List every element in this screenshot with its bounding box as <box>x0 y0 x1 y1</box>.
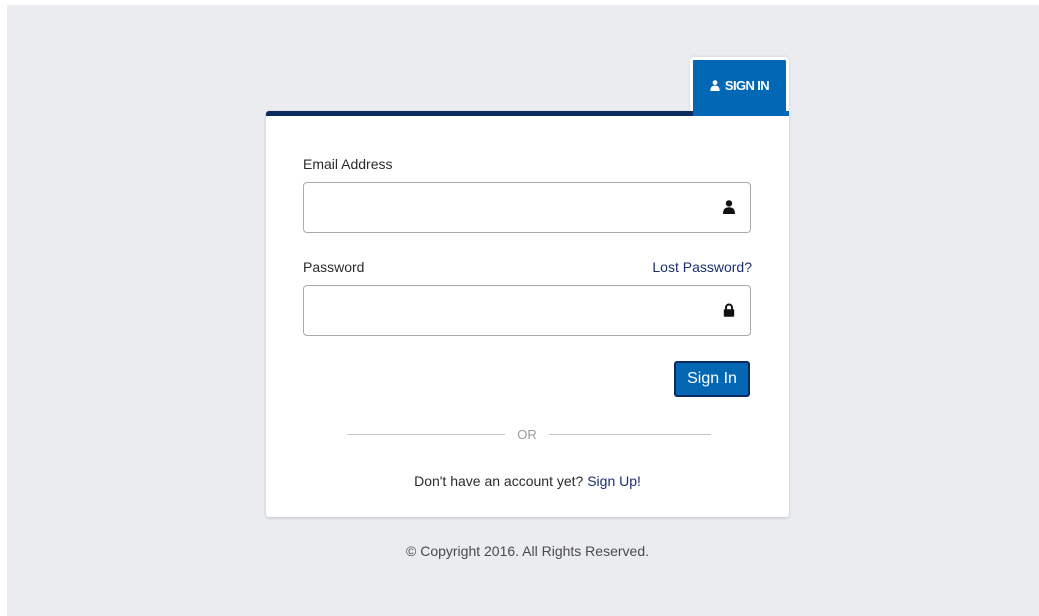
password-field-wrapper <box>303 285 751 336</box>
divider-line-left <box>347 434 505 435</box>
divider-line-right <box>549 434 711 435</box>
or-divider: OR <box>517 427 537 442</box>
email-field-wrapper <box>303 182 751 233</box>
sign-up-link[interactable]: Sign Up! <box>587 473 641 489</box>
login-card: Email Address Password Lost Password? Si… <box>266 111 789 517</box>
password-field[interactable] <box>304 286 750 335</box>
signup-row: Don't have an account yet? Sign Up! <box>266 473 789 489</box>
email-label: Email Address <box>303 156 393 172</box>
lock-icon <box>723 303 735 317</box>
tab-sign-in[interactable]: SIGN IN <box>690 57 789 113</box>
lost-password-text: Lost Password? <box>652 259 752 275</box>
tab-sign-in-label: SIGN IN <box>724 77 770 93</box>
password-label: Password <box>303 259 365 275</box>
email-field[interactable] <box>304 183 750 232</box>
sign-in-button-label: Sign In <box>687 370 737 387</box>
user-icon <box>723 200 735 214</box>
lost-password-link[interactable]: Lost Password? <box>652 259 752 275</box>
user-icon <box>710 79 720 91</box>
signup-prompt: Don't have an account yet? <box>414 473 584 489</box>
sign-in-button[interactable]: Sign In <box>674 361 750 397</box>
tab-connector <box>693 111 789 116</box>
copyright-text: © Copyright 2016. All Rights Reserved. <box>406 543 649 559</box>
